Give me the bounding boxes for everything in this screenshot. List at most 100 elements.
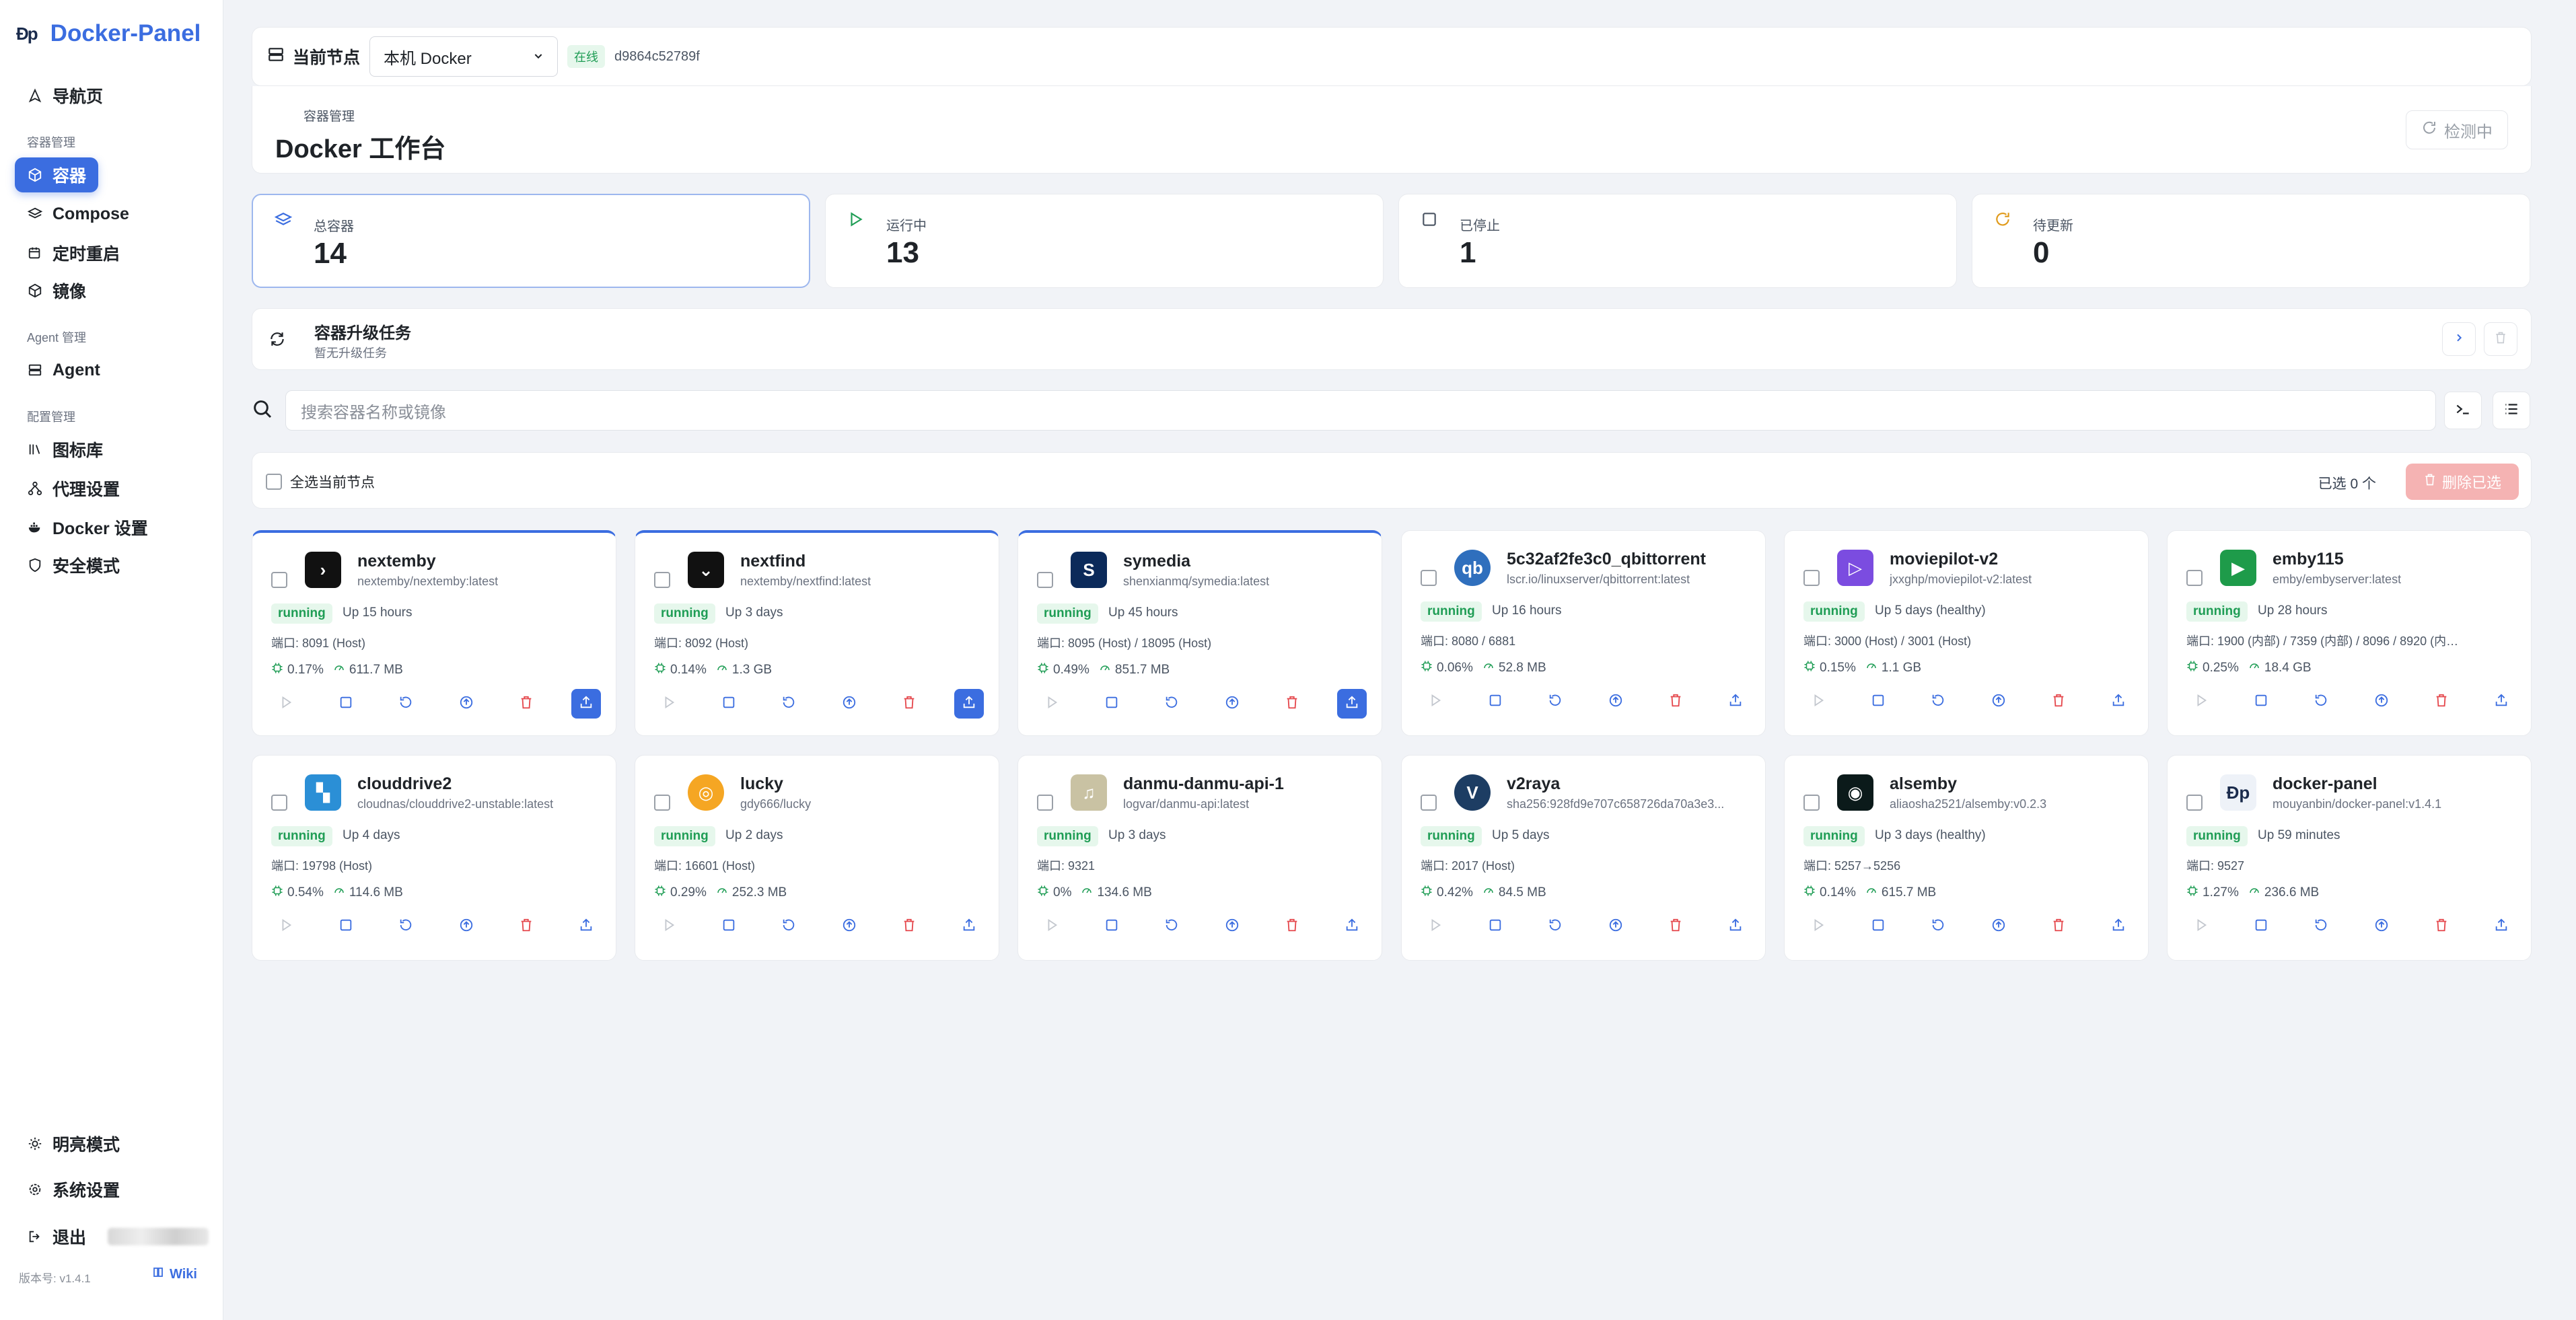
container-card[interactable]: Ssymedia shenxianmq/symedia:latest running…	[1017, 530, 1382, 736]
container-checkbox[interactable]	[654, 572, 670, 588]
nav-agent[interactable]: Agent	[15, 353, 112, 388]
delete-button[interactable]	[2427, 912, 2456, 941]
update-button[interactable]	[2367, 912, 2396, 941]
update-button[interactable]	[1601, 687, 1631, 717]
stop-button[interactable]	[1863, 687, 1893, 717]
upgrade-button[interactable]	[2486, 687, 2516, 717]
stop-button[interactable]	[331, 912, 361, 941]
upgrade-button[interactable]	[571, 912, 601, 941]
delete-selected-button[interactable]: 删除已选	[2406, 464, 2519, 500]
nav-logout[interactable]: 退出	[15, 1219, 221, 1254]
container-checkbox[interactable]	[2186, 570, 2203, 586]
update-button[interactable]	[834, 912, 864, 941]
restart-button[interactable]	[391, 912, 421, 941]
container-card[interactable]: ♫ danmu-danmu-api-1 logvar/danmu-api:lates…	[1017, 755, 1382, 961]
delete-button[interactable]	[2044, 912, 2073, 941]
container-name[interactable]: symedia	[1123, 552, 1190, 571]
upgrade-button[interactable]	[1337, 912, 1367, 941]
detect-button[interactable]: 检测中	[2406, 110, 2508, 149]
restart-button[interactable]	[1157, 912, 1186, 941]
start-button[interactable]	[654, 689, 684, 719]
update-button[interactable]	[1984, 912, 2013, 941]
stat-stopped[interactable]: 已停止 1	[1398, 194, 1957, 288]
container-checkbox[interactable]	[1421, 795, 1437, 811]
update-button[interactable]	[452, 689, 481, 719]
stat-pending[interactable]: 待更新 0	[1972, 194, 2530, 288]
start-button[interactable]	[271, 912, 301, 941]
wiki-link[interactable]: Wiki	[152, 1266, 197, 1282]
upgrade-button[interactable]	[2486, 912, 2516, 941]
restart-button[interactable]	[1540, 687, 1570, 717]
nav-containers[interactable]: 容器	[15, 157, 99, 192]
node-select[interactable]: 本机 Docker	[369, 36, 559, 77]
container-checkbox[interactable]	[1803, 795, 1820, 811]
stop-button[interactable]	[1863, 912, 1893, 941]
nav-schedule[interactable]: 定时重启	[15, 235, 132, 270]
delete-button[interactable]	[894, 912, 924, 941]
container-card[interactable]: Ɖp docker-panel mouyanbin/docker-panel:v1.…	[2167, 755, 2532, 961]
restart-button[interactable]	[2306, 912, 2336, 941]
search-input[interactable]: 搜索容器名称或镜像	[285, 390, 2436, 431]
nav-light-mode[interactable]: 明亮模式	[15, 1126, 132, 1161]
update-button[interactable]	[1217, 912, 1247, 941]
update-button[interactable]	[452, 912, 481, 941]
update-button[interactable]	[2367, 687, 2396, 717]
container-name[interactable]: v2raya	[1507, 774, 1560, 794]
upgrade-button[interactable]	[571, 689, 601, 719]
container-name[interactable]: 5c32af2fe3c0_qbittorrent	[1507, 550, 1706, 569]
container-name[interactable]: nextemby	[357, 552, 436, 571]
stop-button[interactable]	[1097, 689, 1126, 719]
restart-button[interactable]	[1157, 689, 1186, 719]
container-name[interactable]: lucky	[740, 774, 783, 794]
nav-icons[interactable]: 图标库	[15, 432, 115, 467]
container-card[interactable]: ◉ alsemby aliaosha2521/alsemby:v0.2.3 runni…	[1784, 755, 2149, 961]
stop-button[interactable]	[2246, 687, 2276, 717]
restart-button[interactable]	[1923, 687, 1953, 717]
upgrade-button[interactable]	[954, 689, 984, 719]
restart-button[interactable]	[774, 689, 803, 719]
start-button[interactable]	[654, 912, 684, 941]
nav-compose[interactable]: Compose	[15, 196, 141, 231]
nav-home[interactable]: 导航页	[15, 78, 115, 113]
start-button[interactable]	[2186, 687, 2216, 717]
container-card[interactable]: ▶ emby115 emby/embyserver:latest running Up …	[2167, 530, 2532, 736]
container-name[interactable]: emby115	[2273, 550, 2344, 569]
container-checkbox[interactable]	[1037, 572, 1053, 588]
delete-button[interactable]	[511, 689, 541, 719]
nav-images[interactable]: 镜像	[15, 273, 98, 308]
stat-total[interactable]: 总容器 14	[252, 194, 810, 288]
container-card[interactable]: qb 5c32af2fe3c0_qbittorrent lscr.io/linuxs…	[1401, 530, 1766, 736]
stop-button[interactable]	[714, 689, 744, 719]
select-all[interactable]: 全选当前节点	[266, 472, 375, 492]
container-name[interactable]: danmu-danmu-api-1	[1123, 774, 1284, 794]
container-checkbox[interactable]	[654, 795, 670, 811]
update-button[interactable]	[1601, 912, 1631, 941]
stop-button[interactable]	[1097, 912, 1126, 941]
delete-button[interactable]	[2044, 687, 2073, 717]
start-button[interactable]	[1037, 912, 1067, 941]
container-card[interactable]: ◎ lucky gdy666/lucky running Up 2 days 端口: 16…	[635, 755, 999, 961]
container-name[interactable]: docker-panel	[2273, 774, 2377, 794]
container-card[interactable]: Vv2raya sha256:928fd9e707c658726da70a3e3.…	[1401, 755, 1766, 961]
start-button[interactable]	[271, 689, 301, 719]
nav-settings[interactable]: 系统设置	[15, 1172, 132, 1207]
brand[interactable]: Ɖp Docker-Panel	[16, 20, 201, 47]
container-card[interactable]: ⌄ nextfind nextemby/nextfind:latest running…	[635, 530, 999, 736]
start-button[interactable]	[1037, 689, 1067, 719]
container-checkbox[interactable]	[2186, 795, 2203, 811]
container-checkbox[interactable]	[1037, 795, 1053, 811]
container-checkbox[interactable]	[271, 572, 287, 588]
upgrade-expand-button[interactable]	[2442, 322, 2476, 356]
update-button[interactable]	[1984, 687, 2013, 717]
restart-button[interactable]	[2306, 687, 2336, 717]
upgrade-clear-button[interactable]	[2484, 322, 2517, 356]
delete-button[interactable]	[2427, 687, 2456, 717]
update-button[interactable]	[1217, 689, 1247, 719]
container-name[interactable]: clouddrive2	[357, 774, 452, 794]
delete-button[interactable]	[511, 912, 541, 941]
start-button[interactable]	[1421, 912, 1450, 941]
start-button[interactable]	[1803, 687, 1833, 717]
container-name[interactable]: alsemby	[1890, 774, 1957, 794]
nav-docker[interactable]: Docker 设置	[15, 510, 160, 545]
stop-button[interactable]	[331, 689, 361, 719]
